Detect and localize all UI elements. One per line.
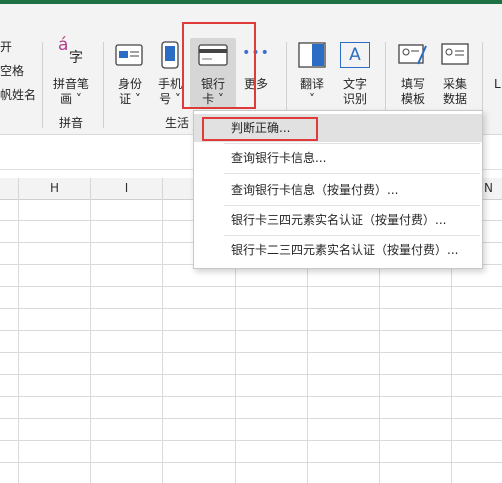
group-label-pinyin: 拼音 xyxy=(59,116,84,130)
pinyin-icon-top: á xyxy=(58,35,69,55)
menu-item-two-three-four-auth[interactable]: 银行卡二三四元素实名认证（按量付费）... xyxy=(194,236,482,264)
ocr-icon: A xyxy=(340,42,370,68)
ribbon-partial-right[interactable]: L xyxy=(494,77,501,92)
ocr-label-2: 识别 xyxy=(342,92,367,106)
ocr-label: 文字 xyxy=(342,77,367,91)
translate-icon xyxy=(298,42,326,68)
ribbon-partial-2[interactable]: 空格 xyxy=(0,64,24,79)
menu-item-query-card-paid[interactable]: 查询银行卡信息（按量付费）... xyxy=(194,176,482,204)
column-header-i[interactable]: I xyxy=(91,178,163,199)
more-label: 更多 xyxy=(243,77,268,91)
menu-item-verify[interactable]: 判断正确... xyxy=(194,114,482,142)
menu-item-query-card[interactable]: 查询银行卡信息... xyxy=(194,144,482,172)
collect-data-label-2: 数据 xyxy=(442,92,467,106)
pinyin-icon-bottom: 字 xyxy=(69,50,83,66)
collect-data-button[interactable]: 采集 数据 xyxy=(436,40,474,110)
ribbon-partial-3[interactable]: 帆姓名 xyxy=(0,88,36,103)
pinyin-label: 拼音笔 xyxy=(52,77,89,91)
pinyin-button[interactable]: á 字 拼音笔 画 ˅ xyxy=(46,35,96,110)
bank-card-button[interactable]: 银行 卡 ˅ xyxy=(190,38,236,108)
group-label-life: 生活 xyxy=(165,116,190,130)
bank-card-label-2: 卡 ˅ xyxy=(202,92,224,106)
more-dots-icon: ••• xyxy=(242,45,270,61)
menu-separator xyxy=(224,173,480,174)
collect-data-label: 采集 xyxy=(442,77,467,91)
ribbon-partial-1[interactable]: 开 xyxy=(0,40,12,55)
pinyin-label-2: 画 ˅ xyxy=(60,92,82,106)
phone-icon xyxy=(161,41,179,69)
menu-item-three-four-auth[interactable]: 银行卡三四元素实名认证（按量付费）... xyxy=(194,206,482,234)
collect-data-icon xyxy=(441,43,469,65)
bank-card-icon xyxy=(198,44,228,66)
fill-template-icon xyxy=(398,44,427,65)
more-button[interactable]: ••• 更多 xyxy=(238,40,274,110)
column-header-h[interactable]: H xyxy=(19,178,91,199)
pinyin-icon: á 字 xyxy=(56,35,86,70)
column-header[interactable] xyxy=(0,178,19,199)
ocr-button[interactable]: A 文字 识别 xyxy=(336,40,374,110)
id-card-icon xyxy=(115,44,143,66)
bank-card-dropdown-menu: 判断正确... 查询银行卡信息... 查询银行卡信息（按量付费）... 银行卡三… xyxy=(193,110,483,269)
